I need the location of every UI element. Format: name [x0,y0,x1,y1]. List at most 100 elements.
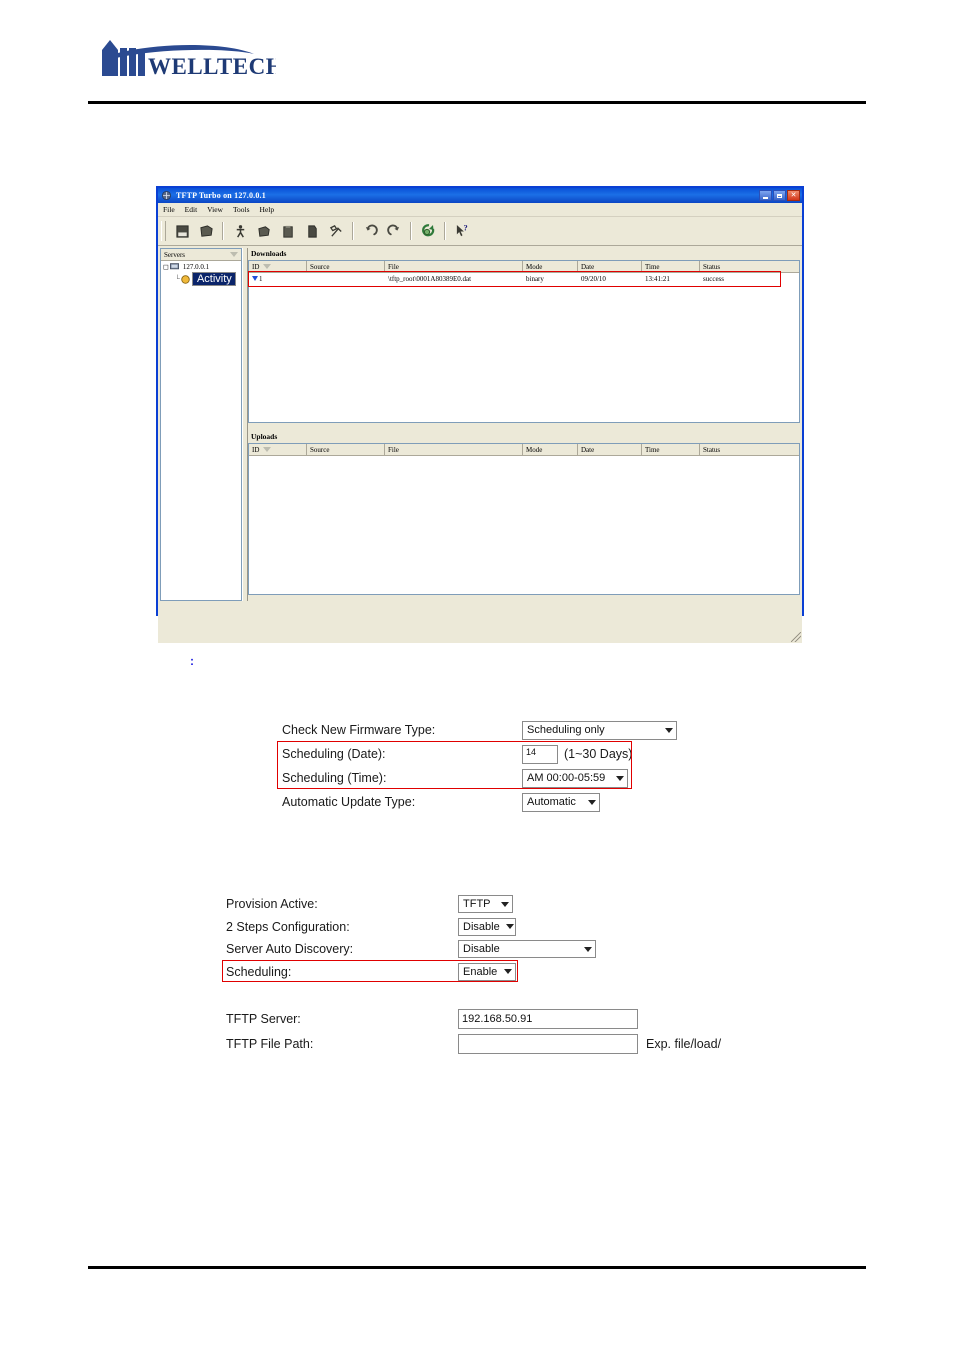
select-automatic-update-type[interactable]: Automatic [522,792,600,812]
column-header-time[interactable]: Time [642,444,700,455]
label-automatic-update-type: Automatic Update Type: [282,795,416,809]
footer-divider [88,1266,866,1269]
label-tftp-server: TFTP Server: [226,1011,301,1026]
row-check-new-firmware-type: Check New Firmware Type: Scheduling only [282,718,682,742]
menu-tools[interactable]: Tools [232,205,251,214]
select-value: AM 00:00-05:59 [527,772,606,784]
downloads-section: Downloads ID Source File Mode Date Time … [248,248,800,423]
select-provision-active[interactable]: TFTP [458,895,513,914]
label-provision-active: Provision Active: [226,897,318,912]
cell-id: 1 [259,274,263,283]
input-tftp-file-path[interactable] [458,1033,638,1054]
uploads-rows [249,456,799,594]
help-pointer-icon[interactable]: ? [451,220,473,242]
person-running-icon[interactable] [229,220,251,242]
column-header-id-label: ID [252,262,260,271]
tree-node-server-label: 127.0.0.1 [182,263,210,271]
column-header-date[interactable]: Date [578,261,642,272]
menu-file[interactable]: File [162,205,176,214]
menu-help[interactable]: Help [259,205,276,214]
label-scheduling: Scheduling: [226,964,292,979]
select-value: Disable [463,920,500,933]
uploads-section: Uploads ID Source File Mode Date Time St… [248,431,800,595]
select-2-steps-configuration[interactable]: Disable [458,917,516,936]
column-header-file[interactable]: File [385,261,523,272]
column-header-file[interactable]: File [385,444,523,455]
cell-status: success [703,274,724,283]
undo-icon[interactable] [359,220,381,242]
label-check-new-firmware-type: Check New Firmware Type: [282,723,436,737]
select-scheduling[interactable]: Enable [458,962,516,981]
servers-tree-panel: Servers ◻ 127.0.0.1 └ Activity [160,248,242,601]
document-icon[interactable] [301,220,323,242]
resize-grip[interactable] [791,632,801,642]
tftp-app-icon [161,190,172,201]
maximize-button[interactable] [773,190,786,201]
column-header-id[interactable]: ID [249,261,307,272]
select-scheduling-time[interactable]: AM 00:00-05:59 [522,768,628,788]
welltech-logo: WELLTECH [96,36,396,90]
stop-icon[interactable] [171,220,193,242]
window-title: TFTP Turbo on 127.0.0.1 [176,191,266,200]
refresh-icon[interactable] [417,220,439,242]
transfer-lists: Downloads ID Source File Mode Date Time … [248,248,800,623]
chevron-down-icon [588,799,596,805]
column-header-source[interactable]: Source [307,261,385,272]
input-tftp-server[interactable]: 192.168.50.91 [458,1008,638,1029]
column-header-mode[interactable]: Mode [523,261,578,272]
select-value: Disable [463,943,500,956]
tree-node-activity-label: Activity [191,272,236,286]
row-automatic-update-type: Automatic Update Type: Automatic [282,790,682,814]
uploads-grid-header: ID Source File Mode Date Time Status [249,444,799,456]
activity-folder-icon [181,274,190,284]
column-header-source[interactable]: Source [307,444,385,455]
cell-time: 13:41:21 [645,274,670,283]
column-header-status[interactable]: Status [700,444,790,455]
row-server-auto-discovery: Server Auto Discovery: Disable [226,938,746,961]
toolbar-grip[interactable] [161,221,166,241]
downloads-rows: 1 \tftp_root\0001A80389E0.dat binary 09/… [249,273,799,422]
tree-branch-icon: └ [175,275,180,283]
downloads-title: Downloads [251,249,287,258]
servers-header-label: Servers [164,250,185,259]
toolbar-separator-1 [222,222,224,240]
column-header-id[interactable]: ID [249,444,307,455]
bullet-colon-marker: : [190,654,194,668]
table-row[interactable]: 1 \tftp_root\0001A80389E0.dat binary 09/… [249,273,799,284]
tree-node-server[interactable]: ◻ 127.0.0.1 [161,263,241,271]
svg-text:?: ? [463,224,467,233]
tftp-turbo-window: TFTP Turbo on 127.0.0.1 ✕ File Edit View… [156,186,804,643]
tree-expander-icon[interactable]: ◻ [163,263,169,271]
column-header-status[interactable]: Status [700,261,790,272]
tools-icon[interactable] [325,220,347,242]
label-server-auto-discovery: Server Auto Discovery: [226,942,354,957]
hint-scheduling-date-range: (1~30 Days) [564,747,633,761]
toolbar-separator-3 [410,222,412,240]
sort-indicator-icon [263,264,272,269]
minimize-button[interactable] [759,190,772,201]
folder-icon[interactable] [195,220,217,242]
column-header-id-label: ID [252,445,260,454]
chevron-down-icon [584,946,592,952]
label-2-steps-configuration: 2 Steps Configuration: [226,919,350,934]
select-value: Automatic [527,796,576,808]
select-server-auto-discovery[interactable]: Disable [458,940,596,959]
chevron-down-icon [501,901,509,907]
menu-view[interactable]: View [206,205,224,214]
select-check-new-firmware-type[interactable]: Scheduling only [522,720,677,740]
redo-icon[interactable] [383,220,405,242]
paste-icon[interactable] [277,220,299,242]
column-header-time[interactable]: Time [642,261,700,272]
close-button[interactable]: ✕ [787,190,800,201]
svg-text:WELLTECH: WELLTECH [148,54,276,79]
column-header-mode[interactable]: Mode [523,444,578,455]
select-value: Enable [463,965,498,978]
label-scheduling-date: Scheduling (Date): [282,747,386,761]
input-scheduling-date[interactable]: 14 [522,744,558,764]
chevron-down-icon [665,727,673,733]
copy-icon[interactable] [253,220,275,242]
column-header-date[interactable]: Date [578,444,642,455]
tree-node-activity[interactable]: └ Activity [161,272,241,286]
cell-date: 09/20/10 [581,274,606,283]
menu-edit[interactable]: Edit [184,205,199,214]
